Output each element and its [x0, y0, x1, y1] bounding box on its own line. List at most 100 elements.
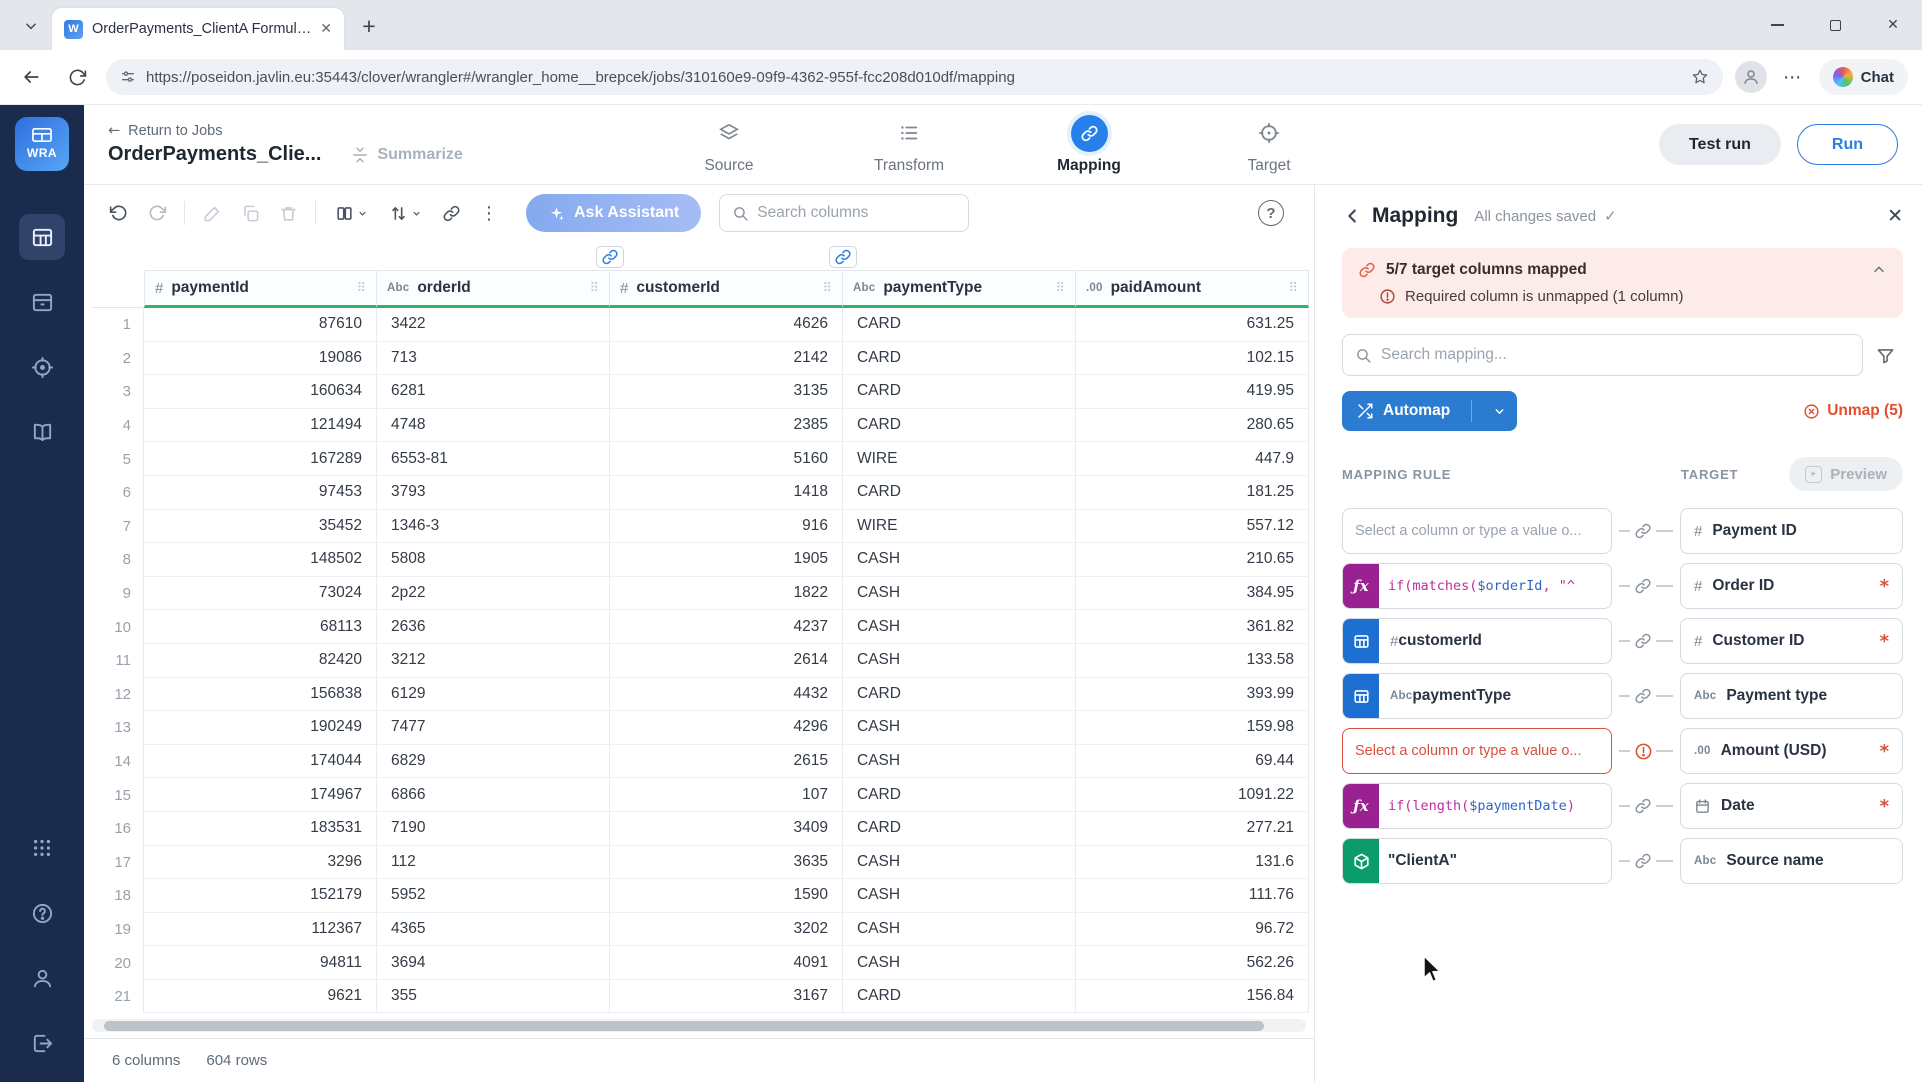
cell-orderId[interactable]: 4365	[377, 913, 610, 947]
cell-customerId[interactable]: 5160	[610, 442, 843, 476]
mapping-link-icon[interactable]	[1632, 630, 1654, 652]
cell-paymentType[interactable]: CARD	[843, 308, 1076, 342]
cell-paidAmount[interactable]: 277.21	[1076, 812, 1309, 846]
cell-paymentId[interactable]: 160634	[144, 375, 377, 409]
chat-extension-button[interactable]: Chat	[1819, 59, 1908, 95]
cell-orderId[interactable]: 6129	[377, 678, 610, 712]
refresh-button[interactable]	[60, 60, 94, 94]
cell-paymentId[interactable]: 68113	[144, 610, 377, 644]
mapping-link-icon[interactable]	[1632, 795, 1654, 817]
column-link-icon[interactable]	[596, 246, 624, 268]
column-header-orderId[interactable]: AbcorderId⠿	[377, 270, 610, 308]
column-header-paymentType[interactable]: AbcpaymentType⠿	[843, 270, 1076, 308]
mapping-target[interactable]: #Payment ID	[1680, 508, 1903, 554]
delete-button[interactable]	[269, 194, 307, 232]
mapping-search-input[interactable]	[1381, 346, 1850, 364]
step-mapping[interactable]: Mapping	[1024, 105, 1154, 184]
unmapped-warning-icon[interactable]	[1632, 740, 1654, 762]
cell-orderId[interactable]: 3793	[377, 476, 610, 510]
cell-paidAmount[interactable]: 69.44	[1076, 745, 1309, 779]
mapping-source-formula[interactable]: ƒxif(matches($orderId, "^	[1342, 563, 1612, 609]
cell-orderId[interactable]: 355	[377, 980, 610, 1014]
redo-button[interactable]	[138, 194, 176, 232]
cell-paidAmount[interactable]: 131.6	[1076, 846, 1309, 880]
window-close-button[interactable]: ✕	[1864, 0, 1922, 50]
sidebar-item-docs[interactable]	[19, 409, 65, 455]
cell-paymentType[interactable]: CARD	[843, 980, 1076, 1014]
cell-paidAmount[interactable]: 384.95	[1076, 577, 1309, 611]
back-button[interactable]	[14, 60, 48, 94]
cell-customerId[interactable]: 4296	[610, 711, 843, 745]
panel-back-button[interactable]	[1342, 205, 1364, 227]
mapping-source-placeholder[interactable]: Select a column or type a value o...	[1342, 728, 1612, 774]
cell-customerId[interactable]: 107	[610, 778, 843, 812]
cell-paidAmount[interactable]: 102.15	[1076, 342, 1309, 376]
cell-customerId[interactable]: 1418	[610, 476, 843, 510]
tab-close-icon[interactable]: ✕	[320, 21, 332, 37]
mapping-target[interactable]: #Order ID*	[1680, 563, 1903, 609]
cell-customerId[interactable]: 4237	[610, 610, 843, 644]
cell-paidAmount[interactable]: 1091.22	[1076, 778, 1309, 812]
browser-profile-avatar[interactable]	[1735, 61, 1767, 93]
cell-paymentId[interactable]: 35452	[144, 510, 377, 544]
return-to-jobs-link[interactable]: ← Return to Jobs	[108, 123, 463, 139]
mapping-link-icon[interactable]	[1632, 685, 1654, 707]
panel-close-icon[interactable]: ✕	[1887, 205, 1903, 227]
step-transform[interactable]: Transform	[844, 105, 974, 184]
cell-paidAmount[interactable]: 361.82	[1076, 610, 1309, 644]
cell-orderId[interactable]: 6281	[377, 375, 610, 409]
cell-orderId[interactable]: 6866	[377, 778, 610, 812]
drag-handle-icon[interactable]: ⠿	[1288, 281, 1298, 296]
cell-paymentId[interactable]: 97453	[144, 476, 377, 510]
site-settings-icon[interactable]	[120, 69, 136, 85]
cell-customerId[interactable]: 3167	[610, 980, 843, 1014]
cell-customerId[interactable]: 4091	[610, 946, 843, 980]
test-run-button[interactable]: Test run	[1659, 124, 1781, 165]
cell-paymentId[interactable]: 9621	[144, 980, 377, 1014]
browser-tab[interactable]: W OrderPayments_ClientA Formulas ✕	[52, 8, 344, 50]
cell-paymentType[interactable]: CARD	[843, 678, 1076, 712]
cell-orderId[interactable]: 3694	[377, 946, 610, 980]
cell-paidAmount[interactable]: 562.26	[1076, 946, 1309, 980]
mapping-source-value[interactable]: "ClientA"	[1342, 838, 1612, 884]
sidebar-item-profile[interactable]	[19, 955, 65, 1001]
column-header-customerId[interactable]: #customerId⠿	[610, 270, 843, 308]
cell-customerId[interactable]: 916	[610, 510, 843, 544]
cell-customerId[interactable]: 2385	[610, 409, 843, 443]
mapping-source-formula[interactable]: ƒxif(length($paymentDate)	[1342, 783, 1612, 829]
drag-handle-icon[interactable]: ⠿	[589, 281, 599, 296]
cell-paidAmount[interactable]: 631.25	[1076, 308, 1309, 342]
cell-customerId[interactable]: 2142	[610, 342, 843, 376]
cell-paidAmount[interactable]: 393.99	[1076, 678, 1309, 712]
preview-button[interactable]: ▸ Preview	[1789, 457, 1903, 491]
cell-paymentType[interactable]: CASH	[843, 946, 1076, 980]
cell-orderId[interactable]: 2p22	[377, 577, 610, 611]
cell-paymentType[interactable]: CASH	[843, 711, 1076, 745]
cell-paymentId[interactable]: 174967	[144, 778, 377, 812]
cell-paymentType[interactable]: CARD	[843, 342, 1076, 376]
cell-paymentType[interactable]: CASH	[843, 913, 1076, 947]
cell-paidAmount[interactable]: 419.95	[1076, 375, 1309, 409]
mapping-target[interactable]: AbcPayment type	[1680, 673, 1903, 719]
cell-orderId[interactable]: 5952	[377, 879, 610, 913]
cell-orderId[interactable]: 112	[377, 846, 610, 880]
step-source[interactable]: Source	[664, 105, 794, 184]
help-icon[interactable]: ?	[1258, 200, 1284, 226]
mapping-source-column[interactable]: #customerId	[1342, 618, 1612, 664]
cell-customerId[interactable]: 1590	[610, 879, 843, 913]
cell-paymentType[interactable]: CASH	[843, 879, 1076, 913]
link-columns-button[interactable]	[432, 194, 470, 232]
cell-paidAmount[interactable]: 210.65	[1076, 543, 1309, 577]
cell-paymentType[interactable]: CASH	[843, 610, 1076, 644]
tab-search-button[interactable]	[16, 11, 46, 41]
mapping-link-icon[interactable]	[1632, 850, 1654, 872]
new-tab-button[interactable]: +	[352, 9, 386, 43]
cell-customerId[interactable]: 1822	[610, 577, 843, 611]
cell-paymentId[interactable]: 183531	[144, 812, 377, 846]
cell-customerId[interactable]: 4626	[610, 308, 843, 342]
columns-button[interactable]	[324, 194, 378, 232]
cell-orderId[interactable]: 713	[377, 342, 610, 376]
mapping-target[interactable]: Date*	[1680, 783, 1903, 829]
mapping-target[interactable]: AbcSource name	[1680, 838, 1903, 884]
undo-button[interactable]	[100, 194, 138, 232]
